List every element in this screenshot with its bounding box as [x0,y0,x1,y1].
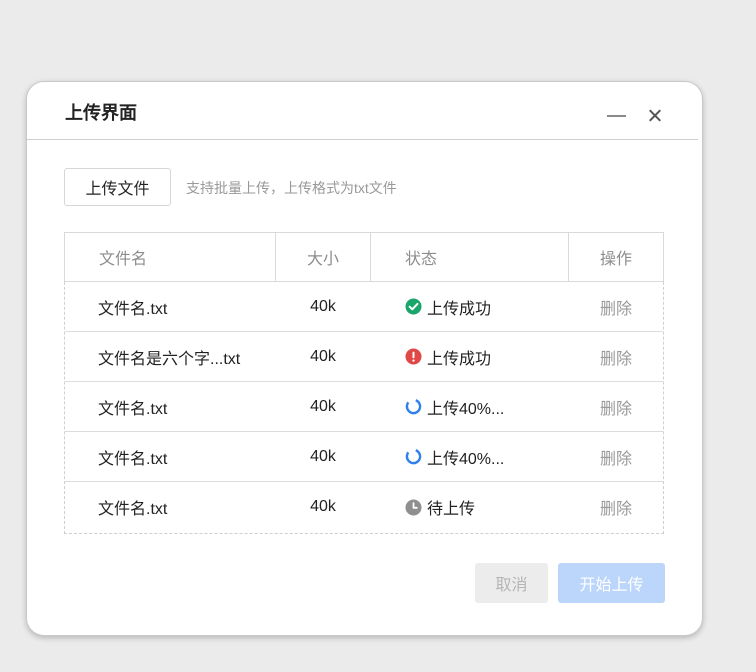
column-header-status: 状态 [371,233,569,281]
delete-link[interactable]: 删除 [569,332,663,381]
column-header-action: 操作 [599,251,632,268]
file-name: 文件名.txt [98,300,168,318]
file-name: 文件名是六个字...txt [98,350,241,368]
dialog-header: 上传界面 [27,82,702,140]
status-text: 上传成功 [427,300,492,318]
dialog-title: 上传界面 [65,103,137,123]
file-size: 40k [310,297,336,315]
upload-file-button[interactable]: 上传文件 [64,168,171,206]
loading-spinner-icon [405,448,422,465]
loading-spinner-icon [405,398,422,415]
file-status: 上传成功 [371,332,569,381]
upload-hint: 支持批量上传，上传格式为txt文件 [186,180,397,196]
file-status: 待上传 [371,482,569,532]
file-name: 文件名.txt [98,450,168,468]
file-size: 40k [310,498,336,515]
status-text: 待上传 [427,501,476,518]
error-exclamation-icon [405,348,422,365]
table-row: 文件名.txt 40k 上传成功 删除 [65,282,663,332]
table-body: 文件名.txt 40k 上传成功 删除 文件名是六个字...txt 40k 上传成功 删除 文件… [65,282,663,532]
table-row: 文件名是六个字...txt 40k 上传成功 删除 [65,332,663,382]
file-size: 40k [310,347,336,365]
file-status: 上传成功 [371,282,569,331]
file-status: 上传40%... [371,382,569,431]
clock-pending-icon [405,499,422,516]
success-check-icon [405,298,422,315]
minimize-icon[interactable] [606,104,628,126]
header-divider [27,139,698,140]
file-size: 40k [310,397,336,415]
status-text: 上传40%... [427,400,505,418]
start-upload-button[interactable]: 开始上传 [558,563,665,603]
table-row: 文件名.txt 40k 上传40%... 删除 [65,382,663,432]
upload-dialog: 上传界面 上传文件 支持批量上传，上传格式为txt文件 文件名 大小 状态 操作… [26,81,703,636]
cancel-button[interactable]: 取消 [475,563,548,603]
delete-link[interactable]: 删除 [569,432,663,481]
column-header-size: 大小 [276,233,371,281]
status-text: 上传40%... [427,450,505,468]
file-size: 40k [310,447,336,465]
file-name: 文件名.txt [98,501,168,518]
table-header: 文件名 大小 状态 操作 [64,232,664,282]
delete-link[interactable]: 删除 [569,382,663,431]
status-text: 上传成功 [427,350,492,368]
close-icon[interactable] [644,104,666,126]
column-header-name: 文件名 [65,233,276,281]
table-row: 文件名.txt 40k 待上传 删除 [65,482,663,532]
delete-link[interactable]: 删除 [569,282,663,331]
file-name: 文件名.txt [98,400,168,418]
delete-link[interactable]: 删除 [569,482,663,532]
file-table: 文件名 大小 状态 操作 文件名.txt 40k 上传成功 删除 文件名是六个字...t… [64,232,664,534]
table-row: 文件名.txt 40k 上传40%... 删除 [65,432,663,482]
file-status: 上传40%... [371,432,569,481]
